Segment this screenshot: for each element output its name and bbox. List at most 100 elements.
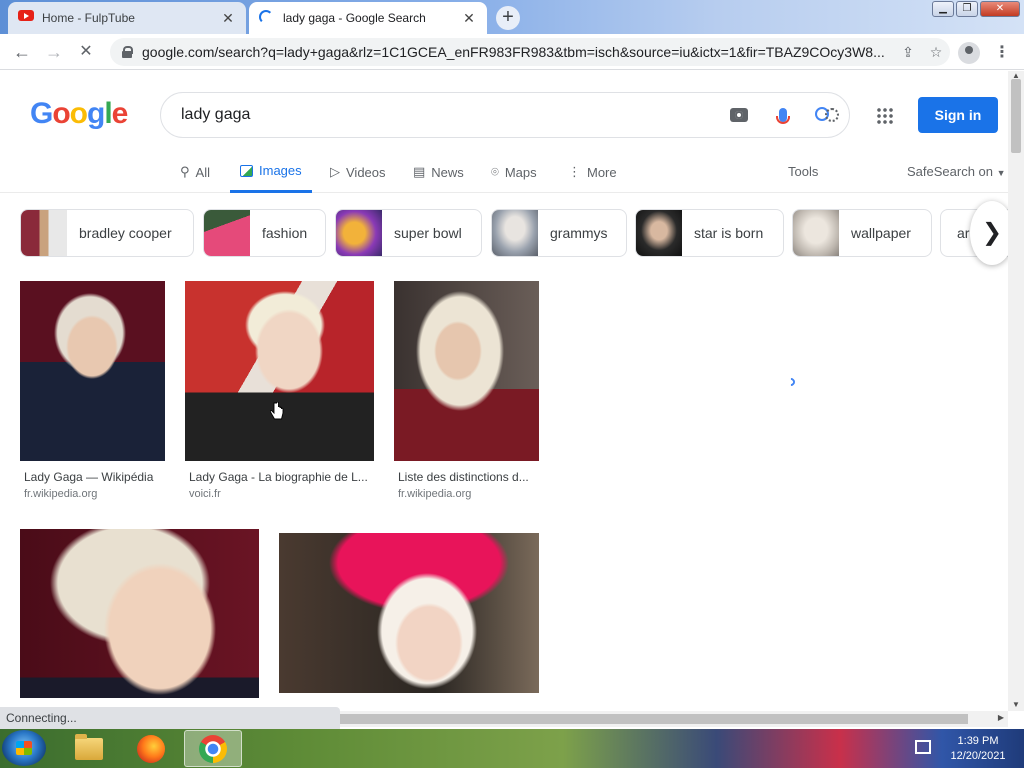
caret-down-icon: ▼ [996, 168, 1006, 178]
result-image[interactable] [394, 281, 539, 461]
share-icon[interactable]: ⇪ [894, 44, 922, 61]
taskbar-chrome[interactable] [184, 730, 242, 767]
image-icon [240, 164, 253, 177]
search-results-page: Google lady gaga Sign in ⚲ All Images ▷ … [0, 71, 1008, 711]
logo-letter: o [69, 97, 88, 130]
chip-bradley-cooper[interactable]: bradley cooper [20, 209, 194, 257]
new-tab-button[interactable]: + [496, 6, 520, 30]
scrollbar-thumb[interactable] [340, 714, 968, 724]
google-apps-icon[interactable] [876, 107, 894, 125]
lock-icon[interactable] [122, 46, 133, 58]
tab-google-search[interactable]: lady gaga - Google Search ✕ [249, 2, 487, 34]
vertical-scrollbar[interactable]: ▲ ▼ [1008, 71, 1024, 711]
tab-label: Videos [346, 164, 386, 180]
forward-arrow-icon[interactable]: → [42, 40, 66, 64]
window-close-button[interactable]: ✕ [980, 1, 1020, 17]
safesearch-dropdown[interactable]: SafeSearch on ▼ [907, 164, 1006, 179]
video-icon: ▷ [330, 164, 340, 179]
result-title[interactable]: Liste des distinctions d... [398, 470, 529, 484]
browser-toolbar: ← → ✕ google.com/search?q=lady+gaga&rlz=… [0, 34, 1024, 70]
chevron-right-icon[interactable]: ❯ [970, 201, 1008, 265]
restore-button[interactable]: ❐ [956, 1, 978, 17]
microphone-icon[interactable] [761, 100, 805, 130]
result-source[interactable]: fr.wikipedia.org [398, 488, 471, 500]
scroll-right-icon[interactable]: ▶ [998, 713, 1004, 722]
chip-label: fashion [262, 225, 308, 241]
url-text[interactable]: google.com/search?q=lady+gaga&rlz=1C1GCE… [142, 44, 894, 60]
scrollbar-thumb[interactable] [1011, 79, 1021, 153]
start-button[interactable] [2, 730, 46, 766]
camera-search-icon[interactable] [717, 100, 761, 130]
chip-fashion[interactable]: fashion [203, 209, 326, 257]
firefox-icon [137, 734, 165, 763]
search-box[interactable]: lady gaga [160, 92, 850, 138]
search-type-tabs: ⚲ All Images ▷ Videos ▤ News ⌾ Maps ⋮ Mo… [0, 151, 1008, 193]
logo-letter: e [111, 97, 129, 130]
back-arrow-icon[interactable]: ← [10, 40, 34, 64]
chip-label: wallpaper [851, 225, 911, 241]
tab-videos[interactable]: ▷ Videos [330, 151, 386, 193]
chip-grammys[interactable]: grammys [491, 209, 627, 257]
sign-in-button[interactable]: Sign in [918, 97, 998, 133]
chip-thumbnail [793, 210, 839, 256]
taskbar-explorer[interactable] [60, 730, 118, 767]
lens-search-icon[interactable] [805, 100, 849, 130]
result-image[interactable] [20, 529, 259, 698]
chip-super-bowl[interactable]: super bowl [335, 209, 482, 257]
more-vert-icon: ⋮ [568, 164, 581, 179]
system-clock[interactable]: 1:39 PM 12/20/2021 [938, 734, 1018, 764]
tab-label: Maps [504, 164, 537, 180]
chip-thumbnail [204, 210, 250, 256]
horizontal-scrollbar[interactable]: ▶ [340, 711, 1008, 727]
search-icon: ⚲ [180, 164, 190, 179]
tab-label: All [195, 164, 210, 180]
chip-thumbnail [636, 210, 682, 256]
tab-fulptube[interactable]: Home - FulpTube ✕ [8, 2, 246, 34]
result-source[interactable]: voici.fr [189, 488, 221, 500]
logo-letter: G [30, 97, 53, 130]
browser-menu-icon[interactable]: ⋮ [994, 42, 1010, 64]
clock-time: 1:39 PM [957, 735, 999, 747]
chip-star-is-born[interactable]: star is born [635, 209, 784, 257]
close-tab-icon[interactable]: ✕ [220, 10, 236, 27]
tab-label: Images [259, 163, 302, 178]
loading-spinner-icon [785, 376, 797, 388]
chip-thumbnail [492, 210, 538, 256]
result-image[interactable] [185, 281, 374, 461]
result-title[interactable]: Lady Gaga - La biographie de L... [189, 470, 368, 484]
safesearch-label: SafeSearch on [907, 164, 994, 179]
google-logo[interactable]: Google [30, 97, 129, 131]
tools-button[interactable]: Tools [788, 164, 818, 179]
network-icon[interactable] [915, 740, 931, 754]
bookmark-star-icon[interactable]: ☆ [922, 44, 950, 61]
chip-wallpaper[interactable]: wallpaper [792, 209, 932, 257]
map-pin-icon: ⌾ [491, 164, 499, 179]
search-query[interactable]: lady gaga [181, 106, 717, 124]
address-bar[interactable]: google.com/search?q=lady+gaga&rlz=1C1GCE… [110, 38, 950, 66]
chip-thumbnail [336, 210, 382, 256]
logo-letter: g [87, 97, 105, 130]
tab-all[interactable]: ⚲ All [180, 151, 210, 193]
tab-label: More [587, 164, 617, 180]
tab-more[interactable]: ⋮ More [568, 151, 617, 193]
taskbar-firefox[interactable] [122, 730, 180, 767]
tab-maps[interactable]: ⌾ Maps [491, 151, 537, 193]
folder-icon [75, 733, 103, 760]
close-tab-icon[interactable]: ✕ [461, 10, 477, 27]
profile-avatar-icon[interactable] [958, 42, 980, 64]
tab-images[interactable]: Images [230, 151, 312, 193]
youtube-icon [18, 10, 34, 26]
logo-letter: o [52, 97, 70, 130]
result-source[interactable]: fr.wikipedia.org [24, 488, 97, 500]
chip-label: star is born [694, 225, 764, 241]
stop-loading-icon[interactable]: ✕ [74, 40, 98, 64]
tab-news[interactable]: ▤ News [413, 151, 464, 193]
result-title[interactable]: Lady Gaga — Wikipédia [24, 470, 153, 484]
scroll-down-icon[interactable]: ▼ [1012, 700, 1020, 709]
tab-title: lady gaga - Google Search [283, 11, 426, 25]
minimize-button[interactable]: ▁ [932, 1, 954, 17]
window-controls: ▁ ❐ ✕ [932, 1, 1020, 17]
result-image[interactable] [20, 281, 165, 461]
result-image[interactable] [279, 533, 539, 693]
loading-spinner-icon [259, 10, 275, 26]
